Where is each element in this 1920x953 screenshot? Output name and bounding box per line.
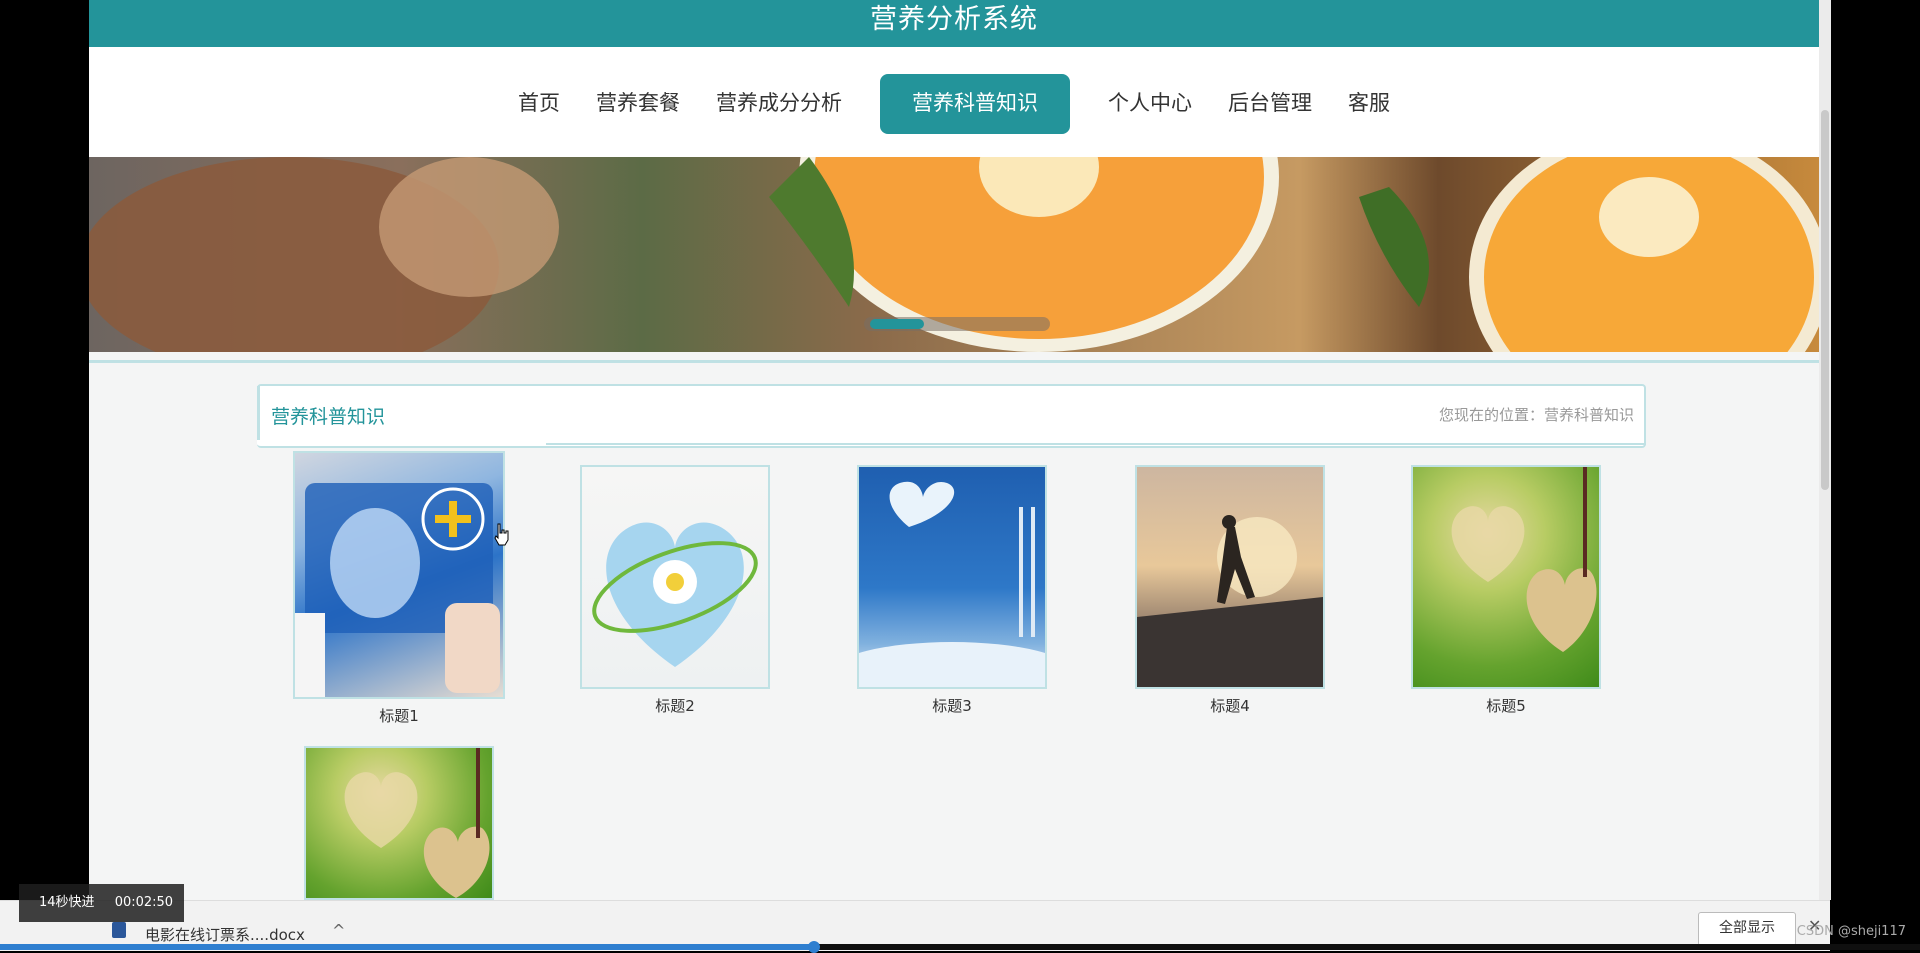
- article-thumbnail[interactable]: [293, 451, 505, 699]
- site-title-bar: 营养分析系统: [89, 0, 1819, 47]
- video-progress-handle[interactable]: [808, 941, 820, 953]
- article-card[interactable]: 标题3: [857, 465, 1047, 716]
- banner-carousel-indicator[interactable]: [864, 317, 1050, 331]
- speed-label: 14秒快进: [39, 895, 95, 910]
- scrollbar-thumb[interactable]: [1821, 110, 1829, 490]
- article-title[interactable]: 标题2: [580, 695, 770, 716]
- section-header: 营养科普知识 您现在的位置：营养科普知识: [257, 384, 1646, 448]
- article-card[interactable]: 标题4: [1135, 465, 1325, 716]
- article-card[interactable]: [304, 746, 494, 906]
- runner-sunset-image: [1137, 515, 1323, 687]
- carousel-dot-active[interactable]: [870, 319, 924, 329]
- article-thumbnail[interactable]: [1135, 465, 1325, 689]
- nav-item-packages[interactable]: 营养套餐: [578, 74, 698, 134]
- article-card[interactable]: 标题5: [1411, 465, 1601, 716]
- hero-banner: [89, 157, 1819, 352]
- word-document-icon[interactable]: [112, 922, 126, 938]
- article-thumbnail[interactable]: [1411, 465, 1601, 689]
- section-title: 营养科普知识: [271, 406, 386, 428]
- sky-heart-cloud-image: [859, 481, 1045, 687]
- divider: [89, 360, 1819, 363]
- article-title[interactable]: 标题3: [857, 695, 1047, 716]
- nav-item-customer-service[interactable]: 客服: [1330, 74, 1408, 134]
- section-underline: [546, 443, 1646, 445]
- navigation-bar: 首页 营养套餐 营养成分分析 营养科普知识 个人中心 后台管理 客服: [89, 47, 1819, 157]
- wooden-heart-image: [1451, 467, 1597, 652]
- page-scrollbar[interactable]: [1819, 0, 1831, 900]
- article-card[interactable]: 标题1: [293, 451, 505, 726]
- nav-item-nutrition-knowledge[interactable]: 营养科普知识: [880, 74, 1070, 134]
- download-filename[interactable]: 电影在线订票系....docx: [145, 924, 305, 945]
- article-thumbnail[interactable]: [304, 746, 494, 900]
- article-title[interactable]: 标题5: [1411, 695, 1601, 716]
- web-page: 营养分析系统 首页 营养套餐 营养成分分析 营养科普知识 个人中心 后台管理 客…: [89, 0, 1819, 950]
- heart-tablet-image: [295, 483, 500, 697]
- nav-item-home[interactable]: 首页: [500, 74, 578, 134]
- article-card[interactable]: 标题2: [580, 465, 770, 716]
- video-progress-fill: [0, 944, 815, 950]
- section-header-accent: [257, 386, 260, 440]
- video-speed-overlay: 14秒快进 00:02:50: [19, 884, 184, 922]
- watermark: CSDN @sheji117: [1796, 924, 1906, 939]
- chevron-up-icon[interactable]: ^: [332, 921, 345, 940]
- article-thumbnail[interactable]: [580, 465, 770, 689]
- article-title[interactable]: 标题4: [1135, 695, 1325, 716]
- article-thumbnail[interactable]: [857, 465, 1047, 689]
- heart-flower-image: [592, 522, 758, 667]
- video-time: 00:02:50: [114, 895, 174, 910]
- show-all-button[interactable]: 全部显示: [1698, 912, 1796, 946]
- nav-item-admin[interactable]: 后台管理: [1210, 74, 1330, 134]
- nav-menu: 首页 营养套餐 营养成分分析 营养科普知识 个人中心 后台管理 客服: [89, 74, 1819, 134]
- nav-item-nutrient-analysis[interactable]: 营养成分分析: [698, 74, 860, 134]
- nav-item-personal-center[interactable]: 个人中心: [1090, 74, 1210, 134]
- wooden-heart-image: [344, 748, 490, 898]
- site-title: 营养分析系统: [870, 4, 1038, 35]
- article-title[interactable]: 标题1: [293, 705, 505, 726]
- hand-pointer-icon: [494, 523, 509, 546]
- breadcrumb: 您现在的位置：营养科普知识: [1438, 406, 1634, 424]
